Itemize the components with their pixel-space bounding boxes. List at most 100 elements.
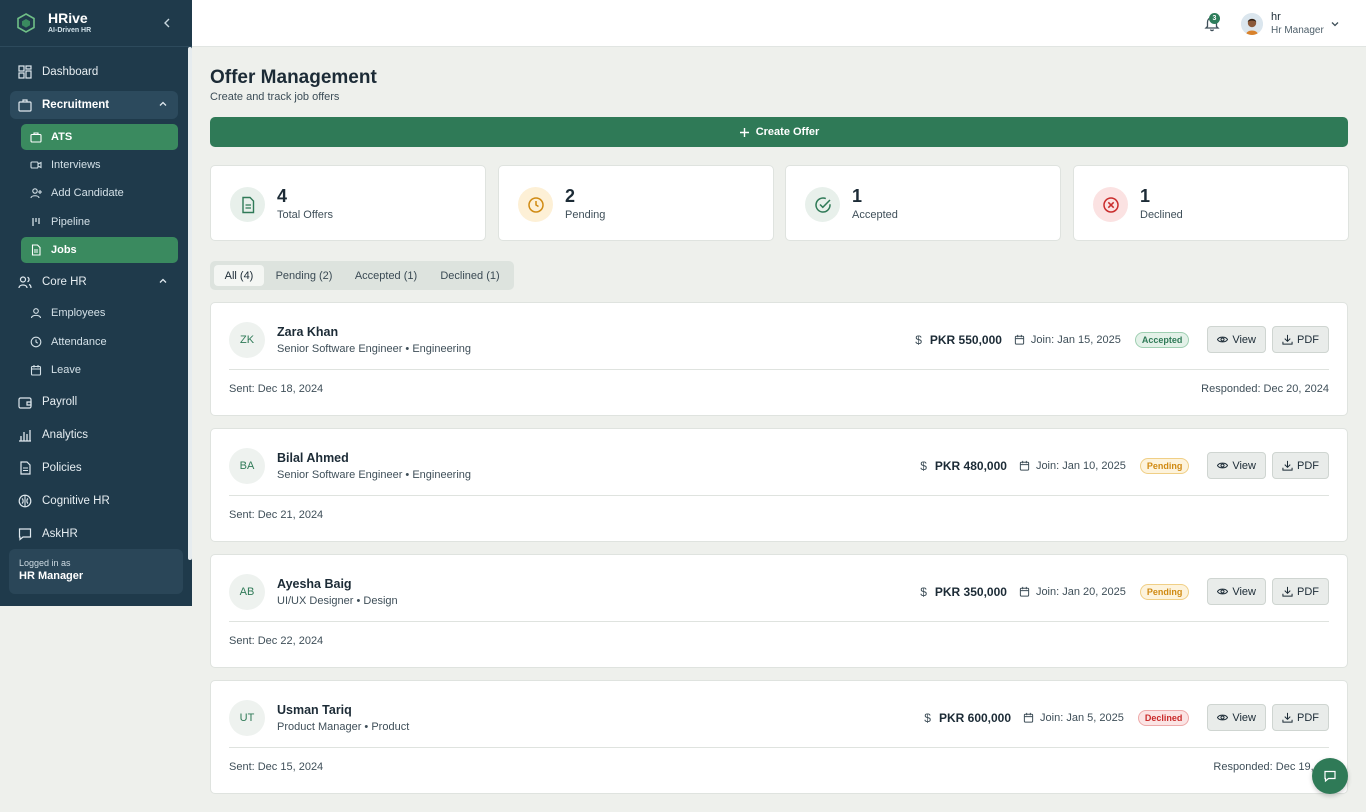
chat-button[interactable] bbox=[1312, 758, 1348, 794]
sidebar-item-analytics[interactable]: Analytics bbox=[10, 421, 178, 449]
sidebar-item-cognitive-hr[interactable]: Cognitive HR bbox=[10, 487, 178, 515]
sidebar-item-label: Recruitment bbox=[42, 99, 110, 111]
file-text-icon bbox=[20, 461, 31, 475]
collapse-sidebar-icon[interactable] bbox=[160, 16, 174, 30]
offer-details: $ PKR 600,000 Join: Jan 5, 2025 Declined… bbox=[924, 704, 1329, 731]
status-badge: Pending bbox=[1139, 457, 1190, 474]
dashboard-icon bbox=[18, 65, 32, 79]
view-button[interactable]: View bbox=[1207, 704, 1266, 731]
user-icon bbox=[30, 308, 42, 319]
video-icon bbox=[30, 161, 42, 169]
page-title: Offer Management bbox=[210, 67, 377, 88]
sidebar-item-add-candidate[interactable]: Add Candidate bbox=[21, 180, 178, 206]
tab-declined[interactable]: Declined (1) bbox=[434, 265, 506, 286]
sidebar-item-core-hr[interactable]: Core HR bbox=[10, 268, 178, 296]
sidebar-item-recruitment[interactable]: Recruitment bbox=[10, 91, 178, 119]
view-button[interactable]: View bbox=[1207, 578, 1266, 605]
sidebar-scrollbar[interactable] bbox=[188, 47, 192, 560]
sidebar-item-askhr[interactable]: AskHR bbox=[10, 520, 178, 548]
top-bar: 3 hr Hr Manager bbox=[192, 0, 1366, 47]
pdf-button[interactable]: PDF bbox=[1272, 704, 1329, 731]
sent-date: Sent: Dec 21, 2024 bbox=[229, 509, 324, 521]
pdf-label: PDF bbox=[1297, 585, 1319, 598]
wallet-icon bbox=[18, 397, 32, 409]
pdf-button[interactable]: PDF bbox=[1272, 578, 1329, 605]
status-badge: Pending bbox=[1139, 583, 1190, 600]
sidebar-item-ats[interactable]: ATS bbox=[21, 124, 178, 150]
chevron-up-icon bbox=[159, 278, 167, 283]
offer-details: $ PKR 550,000 Join: Jan 15, 2025 Accepte… bbox=[915, 326, 1329, 353]
sidebar-item-attendance[interactable]: Attendance bbox=[21, 329, 178, 355]
offer-salary: PKR 600,000 bbox=[938, 710, 1012, 725]
sidebar-item-label: Core HR bbox=[42, 276, 87, 288]
chevron-down-icon[interactable] bbox=[1330, 19, 1340, 29]
view-button[interactable]: View bbox=[1207, 452, 1266, 479]
pdf-button[interactable]: PDF bbox=[1272, 452, 1329, 479]
offer-salary: PKR 550,000 bbox=[929, 332, 1002, 347]
brand-name: HRive bbox=[48, 10, 88, 26]
stat-value: 1 bbox=[852, 186, 863, 206]
eye-icon bbox=[1217, 588, 1229, 595]
create-offer-button[interactable]: Create Offer bbox=[210, 117, 1348, 147]
sidebar-item-employees[interactable]: Employees bbox=[21, 300, 178, 326]
sidebar-item-leave[interactable]: Leave bbox=[21, 357, 178, 383]
sidebar-item-policies[interactable]: Policies bbox=[10, 454, 178, 482]
stat-value: 1 bbox=[1140, 186, 1151, 206]
sidebar-item-label: Dashboard bbox=[42, 66, 99, 78]
offer-card: AB Ayesha Baig UI/UX Designer • Design $… bbox=[210, 554, 1348, 668]
stat-card-pending: 2 Pending bbox=[498, 165, 774, 241]
candidate-role: Product Manager • Product bbox=[277, 721, 410, 733]
view-button[interactable]: View bbox=[1207, 326, 1266, 353]
sidebar-item-dashboard[interactable]: Dashboard bbox=[10, 58, 178, 86]
divider bbox=[229, 747, 1329, 748]
download-icon bbox=[1282, 334, 1293, 345]
sidebar-item-label: Add Candidate bbox=[51, 187, 124, 199]
check-circle-icon bbox=[814, 196, 831, 213]
sidebar-item-interviews[interactable]: Interviews bbox=[21, 152, 178, 178]
tab-pending[interactable]: Pending (2) bbox=[268, 265, 340, 286]
download-icon bbox=[1282, 712, 1293, 723]
eye-icon bbox=[1217, 462, 1229, 469]
user-name[interactable]: hr bbox=[1271, 11, 1281, 23]
divider bbox=[229, 369, 1329, 370]
candidate-initials: AB bbox=[229, 574, 265, 610]
tab-all[interactable]: All (4) bbox=[214, 265, 264, 286]
sidebar-item-label: Attendance bbox=[51, 336, 107, 348]
stat-label: Pending bbox=[565, 209, 606, 221]
message-square-icon bbox=[1324, 770, 1336, 783]
x-circle-icon bbox=[1102, 196, 1119, 213]
stat-value: 4 bbox=[277, 186, 288, 206]
candidate-role: Senior Software Engineer • Engineering bbox=[277, 469, 472, 481]
sidebar-item-label: Analytics bbox=[42, 429, 89, 441]
candidate-name: Ayesha Baig bbox=[277, 577, 352, 591]
status-badge: Accepted bbox=[1134, 331, 1190, 348]
sidebar-item-label: Policies bbox=[42, 462, 82, 474]
plus-icon bbox=[739, 127, 749, 137]
pdf-button[interactable]: PDF bbox=[1272, 326, 1329, 353]
sidebar-item-label: Jobs bbox=[51, 244, 77, 256]
view-label: View bbox=[1232, 459, 1256, 472]
clock-icon bbox=[30, 336, 42, 348]
calendar-icon bbox=[30, 365, 42, 376]
join-date: Join: Jan 15, 2025 bbox=[1030, 333, 1121, 346]
divider bbox=[229, 495, 1329, 496]
stat-label: Total Offers bbox=[277, 209, 334, 221]
brain-icon bbox=[18, 494, 32, 508]
tab-accepted[interactable]: Accepted (1) bbox=[349, 265, 423, 286]
eye-icon bbox=[1217, 714, 1229, 721]
stat-card-total: 4 Total Offers bbox=[210, 165, 486, 241]
pdf-label: PDF bbox=[1297, 333, 1319, 346]
brand: HRive AI-Driven HR bbox=[0, 0, 192, 47]
candidate-name: Zara Khan bbox=[277, 325, 339, 339]
sidebar-item-payroll[interactable]: Payroll bbox=[10, 388, 178, 416]
logged-in-role: HR Manager bbox=[19, 570, 84, 582]
sidebar-item-label: Leave bbox=[51, 364, 81, 376]
candidate-initials: ZK bbox=[229, 322, 265, 358]
stat-value: 2 bbox=[565, 186, 576, 206]
offer-card: BA Bilal Ahmed Senior Software Engineer … bbox=[210, 428, 1348, 542]
message-square-icon bbox=[18, 528, 32, 541]
avatar[interactable] bbox=[1241, 13, 1263, 35]
sidebar-item-jobs[interactable]: Jobs bbox=[21, 237, 178, 263]
sidebar-item-pipeline[interactable]: Pipeline bbox=[21, 209, 178, 235]
offer-details: $ PKR 480,000 Join: Jan 10, 2025 Pending… bbox=[920, 452, 1329, 479]
